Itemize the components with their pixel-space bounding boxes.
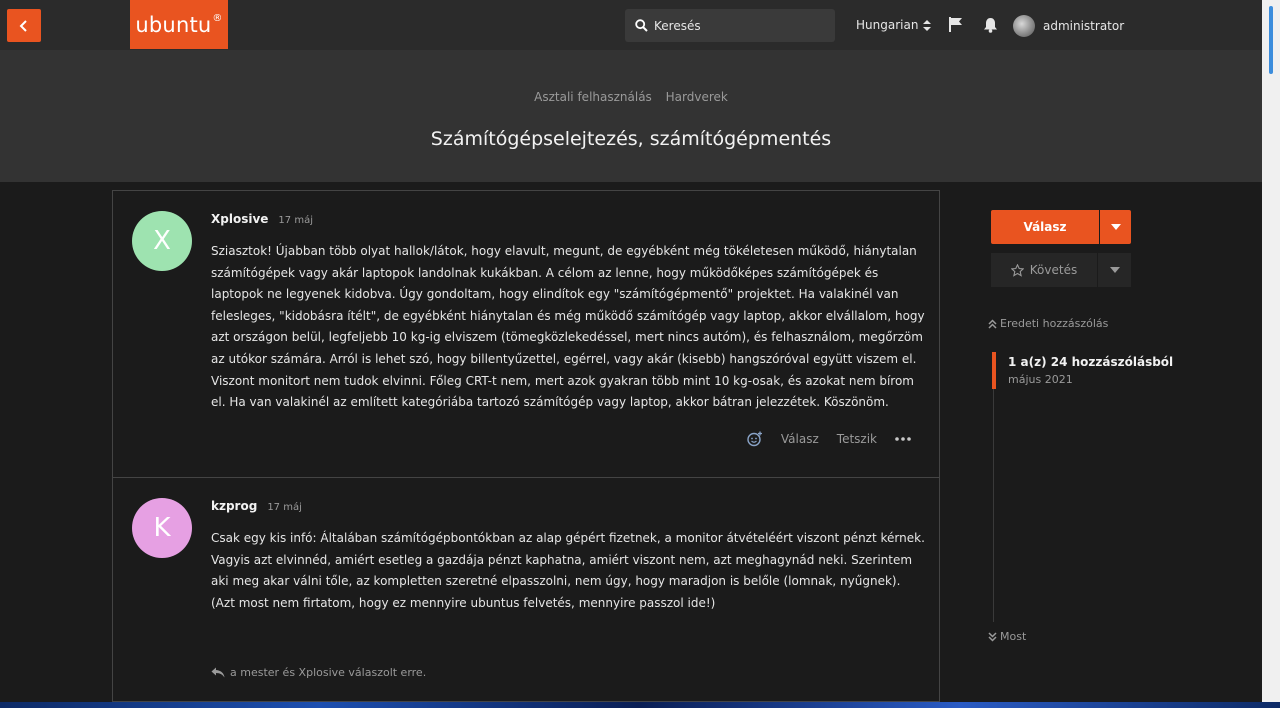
avatar-letter: X: [153, 226, 171, 256]
breadcrumb: Asztali felhasználás Hardverek: [0, 90, 1262, 104]
author-name[interactable]: Xplosive: [211, 212, 268, 226]
avatar[interactable]: X: [132, 211, 192, 271]
post-date[interactable]: 17 máj: [267, 502, 302, 513]
original-post-label: Eredeti hozzászólás: [1000, 317, 1109, 330]
chevron-down-icon: [1109, 267, 1120, 273]
double-chevron-down-icon: [988, 631, 997, 642]
timeline-count: 1 a(z) 24 hozzászólásból: [1008, 355, 1174, 369]
page-title: Számítógépselejtezés, számítógépmentés: [430, 128, 832, 150]
reply-dropdown-button[interactable]: [1100, 210, 1131, 244]
page-scrollbar[interactable]: [1262, 0, 1280, 708]
reply-arrow-icon: [211, 667, 225, 678]
reply-button[interactable]: Válasz: [991, 210, 1099, 244]
search-icon: [635, 19, 648, 32]
double-chevron-up-icon: [988, 318, 997, 329]
avatar[interactable]: K: [132, 498, 192, 558]
replied-by-text: a mester és Xplosive válaszolt erre.: [230, 666, 427, 679]
like-link[interactable]: Tetszik: [837, 432, 877, 446]
latest-label: Most: [1000, 630, 1027, 643]
post-body: Sziasztok! Újabban több olyat hallok/lát…: [211, 244, 925, 410]
flag-icon[interactable]: [948, 17, 963, 36]
chevron-left-icon: [19, 19, 27, 32]
breadcrumb-item-hardware[interactable]: Hardverek: [666, 90, 728, 104]
breadcrumb-item-desktop[interactable]: Asztali felhasználás: [534, 90, 652, 104]
post-date[interactable]: 17 máj: [278, 215, 313, 226]
add-reaction-icon[interactable]: [747, 431, 763, 447]
scrollbar-thumb[interactable]: [1269, 6, 1273, 74]
username[interactable]: administrator: [1043, 19, 1124, 33]
back-button[interactable]: [7, 9, 41, 42]
reply-link[interactable]: Válasz: [781, 432, 819, 446]
follow-label: Követés: [1029, 263, 1078, 277]
user-avatar[interactable]: [1013, 15, 1035, 37]
logo-text: ubuntu: [135, 12, 212, 37]
post-author[interactable]: Xplosive 17 máj: [211, 212, 313, 226]
search-input[interactable]: [654, 18, 824, 33]
logo-mark: ®: [212, 13, 223, 24]
follow-dropdown-button[interactable]: [1098, 253, 1131, 287]
avatar-letter: K: [153, 513, 171, 543]
search-box[interactable]: [625, 9, 835, 42]
timeline-date: május 2021: [1008, 373, 1073, 386]
top-bar: ubuntu® Hungarian administrator: [0, 0, 1262, 50]
replied-by[interactable]: a mester és Xplosive válaszolt erre.: [211, 666, 426, 679]
author-name[interactable]: kzprog: [211, 499, 257, 513]
latest-post-link[interactable]: Most: [988, 630, 1026, 643]
timeline-handle[interactable]: [992, 352, 996, 389]
desktop-background-strip: [0, 702, 1280, 708]
language-label: Hungarian: [856, 18, 919, 32]
language-selector[interactable]: Hungarian: [856, 18, 932, 32]
sort-arrows-icon: [923, 19, 932, 31]
post-author[interactable]: kzprog 17 máj: [211, 499, 302, 513]
star-icon: [1010, 263, 1024, 277]
follow-button[interactable]: Követés: [991, 253, 1097, 287]
ubuntu-logo[interactable]: ubuntu ®: [130, 0, 228, 49]
original-post-link[interactable]: Eredeti hozzászólás: [988, 317, 1108, 330]
post-item: X Xplosive 17 máj Sziasztok! Újabban több…: [112, 190, 940, 478]
post-actions: Válasz Tetszik: [747, 431, 911, 447]
post-body: Csak egy kis infó: Általában számítógépb…: [211, 531, 925, 610]
chevron-down-icon: [1110, 224, 1121, 230]
notification-bell-icon[interactable]: [983, 17, 998, 37]
topic-header: Asztali felhasználás Hardverek Számítógé…: [0, 50, 1262, 182]
timeline-track[interactable]: [993, 352, 994, 622]
more-options-icon[interactable]: [895, 437, 911, 441]
post-item: K kzprog 17 máj Csak egy kis infó: Általá…: [112, 478, 940, 702]
